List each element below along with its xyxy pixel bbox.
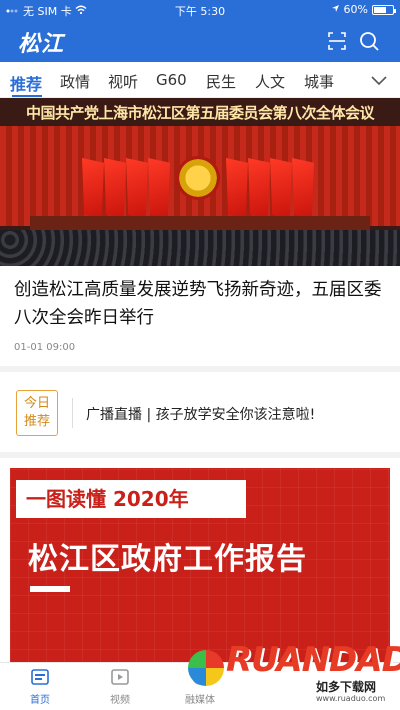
nav-video[interactable]: 视频	[90, 667, 150, 706]
article-headline[interactable]: 创造松江高质量发展逆势飞扬新奇迹，五届区委八次全会昨日举行	[14, 276, 388, 332]
status-bar: 无 SIM 卡 下午 5:30 60%	[0, 0, 400, 20]
section-divider	[0, 366, 400, 372]
nav-home[interactable]: 首页	[10, 667, 70, 706]
nav-video-label: 视频	[110, 695, 130, 706]
recommend-divider	[72, 398, 73, 428]
video-icon	[110, 667, 130, 687]
poster-subtitle: 一图读懂 2020年	[16, 480, 246, 518]
watermark-brand: RUANDADO	[226, 640, 400, 680]
flag	[292, 158, 314, 218]
battery-icon	[372, 4, 396, 15]
section-divider	[0, 452, 400, 458]
watermark-url: www.ruaduo.com	[316, 694, 386, 703]
tab-recommend[interactable]: 推荐	[10, 71, 42, 95]
article-date: 01-01 09:00	[14, 342, 76, 353]
flag	[148, 158, 170, 218]
flag	[270, 158, 292, 218]
nav-home-label: 首页	[30, 695, 50, 706]
news-banner-image[interactable]: 中国共产党上海市松江区第五届委员会第八次全体会议	[0, 98, 400, 266]
tab-city[interactable]: 城事	[304, 71, 334, 92]
active-tab-indicator	[12, 95, 42, 97]
category-tabs: 推荐 政情 视听 G60 民生 人文 城事	[0, 62, 400, 98]
badge-line-2: 推荐	[23, 414, 50, 429]
scan-icon[interactable]	[326, 30, 348, 52]
home-icon	[30, 667, 50, 687]
tab-politics[interactable]: 政情	[60, 71, 90, 92]
tab-audiovisual[interactable]: 视听	[108, 71, 138, 92]
app-header: 松江	[0, 20, 400, 62]
tab-livelihood[interactable]: 民生	[206, 71, 236, 92]
chevron-down-icon[interactable]	[370, 72, 388, 86]
battery-percent: 60%	[343, 3, 368, 16]
flag	[82, 158, 104, 218]
report-poster-image[interactable]: 一图读懂 2020年 松江区政府工作报告	[10, 468, 390, 668]
recommend-headline[interactable]: 广播直播 | 孩子放学安全你该注意啦!	[86, 404, 315, 424]
tab-culture[interactable]: 人文	[255, 71, 285, 92]
watermark-cn: 如多下载网	[316, 678, 377, 695]
flag	[226, 158, 248, 218]
watermark-logo	[188, 650, 224, 686]
today-recommend-badge: 今日 推荐	[16, 390, 58, 436]
poster-title: 松江区政府工作报告	[28, 542, 307, 577]
poster-decoration	[30, 586, 70, 592]
tab-g60[interactable]: G60	[156, 71, 187, 89]
badge-line-1: 今日	[23, 396, 50, 411]
location-icon	[331, 3, 340, 16]
flag	[248, 158, 270, 218]
watermark: RUANDADO 如多下载网 www.ruaduo.com	[188, 640, 400, 706]
flag	[126, 158, 148, 218]
app-screen: 无 SIM 卡 下午 5:30 60% 松江 推荐 政情 视听 G60 民生 人…	[0, 0, 400, 710]
party-emblem	[176, 156, 220, 200]
audience	[0, 230, 400, 266]
banner-title: 中国共产党上海市松江区第五届委员会第八次全体会议	[25, 104, 375, 122]
search-icon[interactable]	[358, 30, 380, 52]
app-logo: 松江	[18, 31, 65, 57]
flag	[104, 158, 126, 218]
